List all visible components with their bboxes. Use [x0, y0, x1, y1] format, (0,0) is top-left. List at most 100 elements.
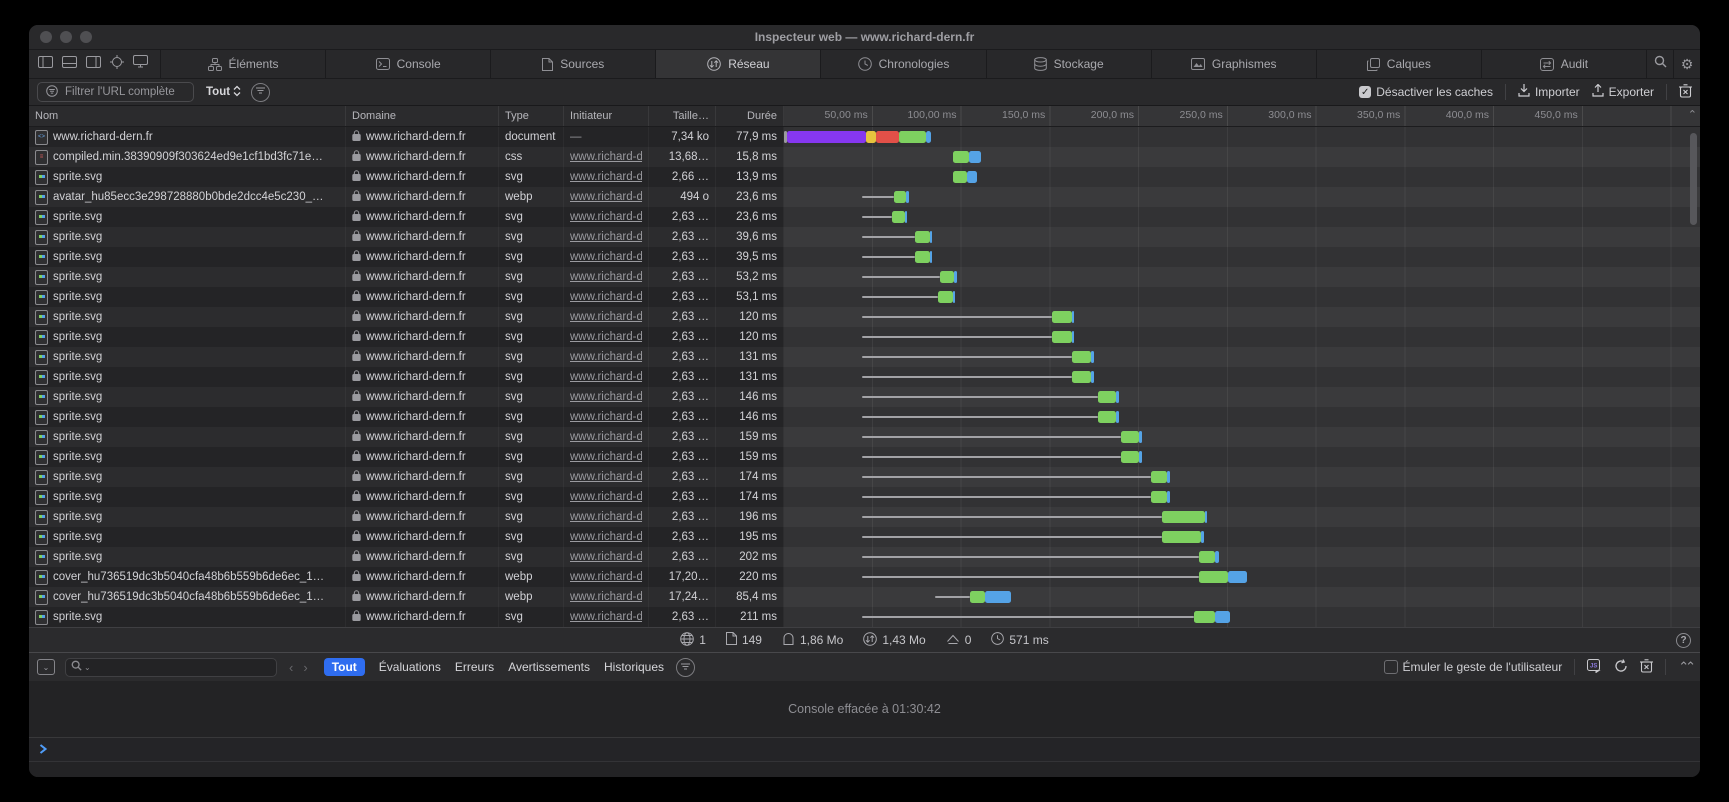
type-scope-select[interactable]: Tout — [206, 85, 241, 100]
tab-sources[interactable]: Sources — [491, 50, 656, 78]
table-row[interactable]: sprite.svgwww.richard-dern.frsvgwww.rich… — [29, 247, 1700, 267]
request-initiator-link[interactable]: www.richard-d… — [570, 491, 642, 503]
device-icon[interactable] — [133, 55, 148, 73]
console-other-filters-button[interactable] — [676, 658, 695, 677]
request-initiator-link[interactable]: www.richard-d… — [570, 291, 642, 303]
export-button[interactable]: Exporter — [1592, 84, 1654, 100]
request-initiator-link[interactable]: www.richard-d… — [570, 411, 642, 423]
column-header-duree[interactable]: Durée — [716, 106, 784, 126]
table-row[interactable]: sprite.svgwww.richard-dern.frsvgwww.rich… — [29, 487, 1700, 507]
request-initiator-link[interactable]: www.richard-d… — [570, 571, 642, 583]
request-initiator-link[interactable]: www.richard-d… — [570, 591, 642, 603]
clear-console-button[interactable] — [1640, 659, 1653, 676]
request-initiator-link[interactable]: www.richard-d… — [570, 251, 642, 263]
request-initiator-link[interactable]: www.richard-d… — [570, 311, 642, 323]
table-row[interactable]: sprite.svgwww.richard-dern.frsvgwww.rich… — [29, 507, 1700, 527]
table-row[interactable]: sprite.svgwww.richard-dern.frsvgwww.rich… — [29, 447, 1700, 467]
settings-button[interactable]: ⚙ — [1674, 50, 1700, 78]
console-search-field[interactable]: ⌄ — [65, 658, 277, 677]
refresh-icon[interactable] — [1614, 659, 1628, 676]
table-row[interactable]: sprite.svgwww.richard-dern.frsvgwww.rich… — [29, 167, 1700, 187]
request-initiator-link[interactable]: www.richard-d… — [570, 151, 642, 163]
column-header-nom[interactable]: Nom — [29, 106, 346, 126]
console-filter-avertissements[interactable]: Avertissements — [508, 660, 590, 674]
search-button[interactable] — [1647, 50, 1674, 78]
console-prompt[interactable] — [29, 738, 1700, 762]
request-initiator-link[interactable]: www.richard-d… — [570, 171, 642, 183]
table-row[interactable]: sprite.svgwww.richard-dern.frsvgwww.rich… — [29, 347, 1700, 367]
next-result-button[interactable]: › — [303, 660, 307, 675]
console-filter-erreurs[interactable]: Erreurs — [455, 660, 494, 674]
dock-left-icon[interactable] — [38, 55, 53, 73]
prev-result-button[interactable]: ‹ — [289, 660, 293, 675]
table-row[interactable]: sprite.svgwww.richard-dern.frsvgwww.rich… — [29, 207, 1700, 227]
tab-éléments[interactable]: Éléments — [161, 50, 326, 78]
console-drawer-icon[interactable]: ⌄ — [37, 659, 55, 675]
table-row[interactable]: <>www.richard-dern.frwww.richard-dern.fr… — [29, 127, 1700, 147]
scroll-up-icon[interactable]: ⌃ — [1688, 108, 1697, 121]
request-initiator-link[interactable]: www.richard-d… — [570, 211, 642, 223]
table-row[interactable]: sprite.svgwww.richard-dern.frsvgwww.rich… — [29, 607, 1700, 627]
request-initiator-link[interactable]: www.richard-d… — [570, 551, 642, 563]
tab-graphismes[interactable]: Graphismes — [1152, 50, 1317, 78]
table-row[interactable]: sprite.svgwww.richard-dern.frsvgwww.rich… — [29, 407, 1700, 427]
tab-réseau[interactable]: Réseau — [656, 50, 821, 78]
emulate-user-gesture-toggle[interactable]: Émuler le geste de l'utilisateur — [1384, 660, 1563, 674]
type-cell: svg — [499, 287, 564, 307]
other-filters-button[interactable] — [251, 83, 270, 102]
column-header-type[interactable]: Type — [499, 106, 564, 126]
table-row[interactable]: cover_hu736519dc3b5040cfa48b6b559b6de6ec… — [29, 587, 1700, 607]
table-row[interactable]: sprite.svgwww.richard-dern.frsvgwww.rich… — [29, 527, 1700, 547]
url-filter-field[interactable] — [37, 82, 194, 102]
disable-caches-toggle[interactable]: ✓ Désactiver les caches — [1359, 85, 1493, 99]
request-initiator-link[interactable]: www.richard-d… — [570, 511, 642, 523]
table-row[interactable]: sprite.svgwww.richard-dern.frsvgwww.rich… — [29, 467, 1700, 487]
request-initiator-link[interactable]: www.richard-d… — [570, 371, 642, 383]
table-row[interactable]: avatar_hu85ecc3e298728880b0bde2dcc4e5c23… — [29, 187, 1700, 207]
table-row[interactable]: sprite.svgwww.richard-dern.frsvgwww.rich… — [29, 287, 1700, 307]
column-header-initiateur[interactable]: Initiateur — [564, 106, 649, 126]
tab-calques[interactable]: Calques — [1317, 50, 1482, 78]
table-row[interactable]: sprite.svgwww.richard-dern.frsvgwww.rich… — [29, 227, 1700, 247]
table-row[interactable]: sprite.svgwww.richard-dern.frsvgwww.rich… — [29, 307, 1700, 327]
request-initiator-link[interactable]: www.richard-d… — [570, 271, 642, 283]
import-button[interactable]: Importer — [1518, 84, 1580, 100]
console-filter-évaluations[interactable]: Évaluations — [379, 660, 441, 674]
table-row[interactable]: sprite.svgwww.richard-dern.frsvgwww.rich… — [29, 327, 1700, 347]
table-row[interactable]: sprite.svgwww.richard-dern.frsvgwww.rich… — [29, 387, 1700, 407]
clear-network-button[interactable] — [1679, 84, 1692, 101]
request-initiator-link[interactable]: www.richard-d… — [570, 331, 642, 343]
table-row[interactable]: ≡compiled.min.38390909f303624ed9e1cf1bd3… — [29, 147, 1700, 167]
table-row[interactable]: sprite.svgwww.richard-dern.frsvgwww.rich… — [29, 427, 1700, 447]
help-button[interactable]: ? — [1676, 633, 1691, 648]
request-initiator-link[interactable]: www.richard-d… — [570, 191, 642, 203]
request-initiator-link[interactable]: www.richard-d… — [570, 231, 642, 243]
tab-chronologies[interactable]: Chronologies — [821, 50, 986, 78]
request-initiator-link[interactable]: www.richard-d… — [570, 531, 642, 543]
url-filter-input[interactable] — [63, 85, 185, 99]
scrollbar-thumb[interactable] — [1690, 133, 1697, 225]
dock-bottom-icon[interactable] — [62, 55, 77, 73]
request-initiator-link[interactable]: www.richard-d… — [570, 611, 642, 623]
request-initiator-link[interactable]: www.richard-d… — [570, 351, 642, 363]
tab-console[interactable]: Console — [326, 50, 491, 78]
request-initiator-link[interactable]: www.richard-d… — [570, 471, 642, 483]
request-initiator-link[interactable]: www.richard-d… — [570, 391, 642, 403]
tab-stockage[interactable]: Stockage — [987, 50, 1152, 78]
column-header-taille[interactable]: Taille… — [649, 106, 716, 126]
dock-right-icon[interactable] — [86, 55, 101, 73]
collapse-console-icon[interactable]: ⌃⌃ — [1678, 659, 1692, 675]
console-filter-historiques[interactable]: Historiques — [604, 660, 664, 674]
js-context-icon[interactable]: JS — [1587, 659, 1602, 676]
element-picker-icon[interactable] — [110, 55, 124, 74]
table-row[interactable]: cover_hu736519dc3b5040cfa48b6b559b6de6ec… — [29, 567, 1700, 587]
request-initiator-link[interactable]: www.richard-d… — [570, 451, 642, 463]
column-header-domaine[interactable]: Domaine — [346, 106, 499, 126]
table-row[interactable]: sprite.svgwww.richard-dern.frsvgwww.rich… — [29, 547, 1700, 567]
console-search-input[interactable] — [93, 660, 271, 674]
table-row[interactable]: sprite.svgwww.richard-dern.frsvgwww.rich… — [29, 367, 1700, 387]
request-initiator-link[interactable]: www.richard-d… — [570, 431, 642, 443]
console-filter-tout[interactable]: Tout — [324, 658, 365, 676]
tab-audit[interactable]: Audit — [1482, 50, 1647, 78]
table-row[interactable]: sprite.svgwww.richard-dern.frsvgwww.rich… — [29, 267, 1700, 287]
